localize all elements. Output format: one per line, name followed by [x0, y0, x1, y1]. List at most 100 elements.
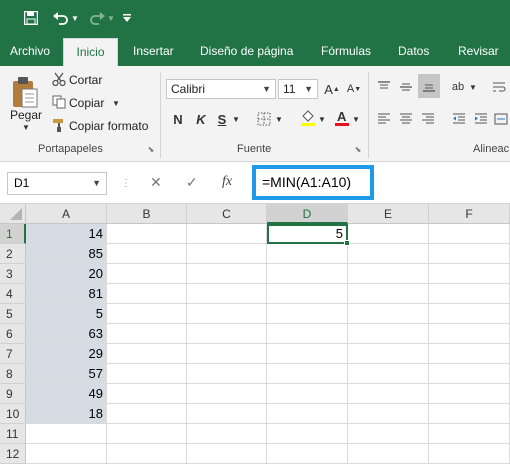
cell-c4[interactable]: [187, 284, 267, 304]
cell-d1[interactable]: 5: [267, 224, 348, 244]
cell-d9[interactable]: [267, 384, 348, 404]
cell-d6[interactable]: [267, 324, 348, 344]
cell-a6[interactable]: 63: [26, 324, 107, 344]
cell-e4[interactable]: [348, 284, 429, 304]
cell-c2[interactable]: [187, 244, 267, 264]
cell-e6[interactable]: [348, 324, 429, 344]
cell-b11[interactable]: [107, 424, 187, 444]
row-header[interactable]: 3: [0, 264, 26, 284]
increase-font-icon[interactable]: A ▲: [322, 80, 342, 98]
cell-a2[interactable]: 85: [26, 244, 107, 264]
tab-insertar[interactable]: Insertar: [133, 36, 174, 66]
cell-d11[interactable]: [267, 424, 348, 444]
cell-c11[interactable]: [187, 424, 267, 444]
row-header[interactable]: 6: [0, 324, 26, 344]
cell-e12[interactable]: [348, 444, 429, 464]
column-header-c[interactable]: C: [187, 204, 267, 224]
cell-b9[interactable]: [107, 384, 187, 404]
cell-e3[interactable]: [348, 264, 429, 284]
fill-color-dropdown-icon[interactable]: ▼: [318, 114, 326, 124]
enter-icon[interactable]: ✓: [186, 174, 198, 191]
cut-label[interactable]: Cortar: [69, 73, 102, 87]
cell-a9[interactable]: 49: [26, 384, 107, 404]
redo-icon[interactable]: [86, 9, 108, 27]
tab-archivo[interactable]: Archivo: [10, 36, 50, 66]
cell-b10[interactable]: [107, 404, 187, 424]
cell-e10[interactable]: [348, 404, 429, 424]
cell-d2[interactable]: [267, 244, 348, 264]
row-header[interactable]: 2: [0, 244, 26, 264]
column-header-e[interactable]: E: [348, 204, 429, 224]
format-painter-label[interactable]: Copiar formato: [69, 119, 148, 133]
cell-a1[interactable]: 14: [26, 224, 107, 244]
format-painter-icon[interactable]: [51, 117, 67, 133]
bold-button[interactable]: N: [170, 110, 186, 128]
cell-d7[interactable]: [267, 344, 348, 364]
cell-a7[interactable]: 29: [26, 344, 107, 364]
cell-a12[interactable]: [26, 444, 107, 464]
name-box[interactable]: D1 ▼: [7, 172, 107, 195]
cell-e2[interactable]: [348, 244, 429, 264]
undo-dropdown-icon[interactable]: ▼: [71, 9, 79, 27]
cell-a8[interactable]: 57: [26, 364, 107, 384]
cell-c10[interactable]: [187, 404, 267, 424]
copy-label[interactable]: Copiar: [69, 96, 104, 110]
row-header[interactable]: 9: [0, 384, 26, 404]
row-header[interactable]: 4: [0, 284, 26, 304]
save-icon[interactable]: [22, 9, 40, 27]
wrap-text-icon[interactable]: [490, 78, 508, 96]
font-color-dropdown-icon[interactable]: ▼: [352, 114, 360, 124]
cell-b7[interactable]: [107, 344, 187, 364]
cell-b1[interactable]: [107, 224, 187, 244]
cell-b3[interactable]: [107, 264, 187, 284]
cell-a3[interactable]: 20: [26, 264, 107, 284]
borders-icon[interactable]: [255, 110, 273, 128]
cell-b2[interactable]: [107, 244, 187, 264]
underline-dropdown-icon[interactable]: ▼: [232, 114, 240, 124]
borders-dropdown-icon[interactable]: ▼: [275, 114, 283, 124]
cell-d8[interactable]: [267, 364, 348, 384]
copy-icon[interactable]: [51, 94, 67, 110]
align-bottom-icon[interactable]: [418, 74, 440, 98]
cell-e11[interactable]: [348, 424, 429, 444]
cell-c6[interactable]: [187, 324, 267, 344]
cell-c1[interactable]: [187, 224, 267, 244]
align-left-icon[interactable]: [375, 110, 393, 128]
column-header-f[interactable]: F: [429, 204, 510, 224]
cell-f12[interactable]: [429, 444, 510, 464]
column-header-d[interactable]: D: [267, 204, 348, 224]
tab-revisar[interactable]: Revisar: [458, 36, 499, 66]
select-all-button[interactable]: [0, 204, 26, 224]
row-header[interactable]: 1: [0, 224, 26, 244]
merge-center-icon[interactable]: [492, 110, 510, 128]
align-top-icon[interactable]: [375, 78, 393, 96]
cell-d12[interactable]: [267, 444, 348, 464]
copy-dropdown-icon[interactable]: ▼: [112, 98, 120, 108]
font-name-select[interactable]: Calibri ▼: [166, 79, 276, 99]
row-header[interactable]: 5: [0, 304, 26, 324]
align-right-icon[interactable]: [419, 110, 437, 128]
cell-c5[interactable]: [187, 304, 267, 324]
italic-button[interactable]: K: [193, 110, 209, 128]
cell-f10[interactable]: [429, 404, 510, 424]
paste-icon[interactable]: [10, 74, 40, 110]
increase-indent-icon[interactable]: [472, 110, 490, 128]
cell-a4[interactable]: 81: [26, 284, 107, 304]
decrease-font-icon[interactable]: A ▼: [344, 80, 364, 98]
customize-icon[interactable]: [121, 9, 133, 27]
undo-icon[interactable]: [50, 9, 72, 27]
cancel-icon[interactable]: ✕: [150, 174, 162, 191]
cell-c9[interactable]: [187, 384, 267, 404]
cell-f6[interactable]: [429, 324, 510, 344]
column-header-b[interactable]: B: [107, 204, 187, 224]
cell-b12[interactable]: [107, 444, 187, 464]
column-header-a[interactable]: A: [26, 204, 107, 224]
tab-diseno-pagina[interactable]: Diseño de página: [200, 36, 293, 66]
cell-c7[interactable]: [187, 344, 267, 364]
tab-formulas[interactable]: Fórmulas: [321, 36, 371, 66]
cell-f1[interactable]: [429, 224, 510, 244]
orientation-icon[interactable]: ab: [448, 78, 468, 96]
cell-f7[interactable]: [429, 344, 510, 364]
font-color-icon[interactable]: A: [333, 108, 351, 128]
decrease-indent-icon[interactable]: [450, 110, 468, 128]
